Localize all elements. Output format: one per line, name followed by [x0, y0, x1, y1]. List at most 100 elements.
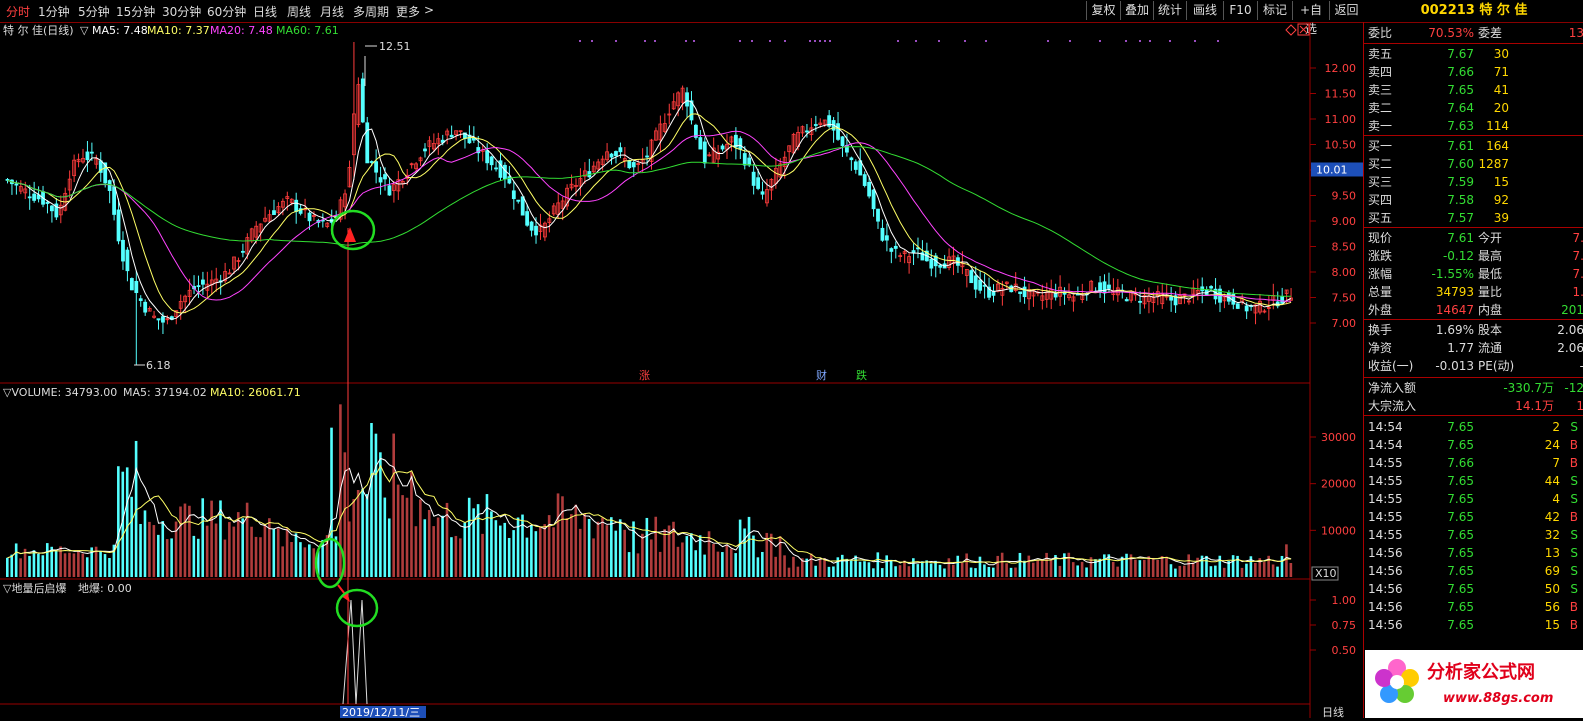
volume-bar — [543, 524, 547, 577]
volume-bar — [814, 565, 817, 577]
stat-value2: 7. — [1572, 267, 1583, 281]
candle — [529, 221, 534, 231]
volume-bar — [938, 564, 942, 577]
volume-bar — [405, 497, 409, 577]
ma60-legend: MA60: 7.61 — [276, 24, 339, 37]
stat-row: 涨跌 -0.12 最高 7. — [1364, 247, 1583, 265]
candle — [813, 124, 818, 126]
toolbar-button-5[interactable]: 标记 — [1257, 1, 1292, 20]
toolbar-button-1[interactable]: 叠加 — [1120, 1, 1153, 20]
volume-bar — [1151, 557, 1155, 577]
buy-row: 买五 7.57 39 — [1364, 209, 1583, 227]
volume-bar — [294, 533, 298, 577]
volume-bar — [1262, 562, 1266, 577]
volume-bar — [459, 538, 462, 577]
candle — [760, 191, 765, 195]
toolbar-button-7[interactable]: 返回 — [1329, 1, 1363, 20]
stat-row: 外盘 14647 内盘 201 — [1364, 301, 1583, 319]
sell-volume: 114 — [1486, 119, 1509, 133]
volume-bar — [1222, 567, 1226, 577]
volume-bar — [872, 568, 875, 577]
sell-label: 卖三 — [1368, 83, 1393, 97]
toolbar-button-6[interactable]: +自选 — [1292, 1, 1329, 36]
period-tab-1[interactable]: 1分钟 — [38, 3, 70, 20]
event-dot — [985, 40, 987, 42]
period-tab-4[interactable]: 30分钟 — [162, 3, 201, 20]
more-chevron-icon[interactable]: > — [424, 3, 434, 17]
toolbar-button-0[interactable]: 复权 — [1086, 1, 1120, 20]
toolbar-button-4[interactable]: F10 — [1223, 1, 1257, 20]
indicator-tick-label: 0.50 — [1332, 644, 1357, 657]
period-tab-10[interactable]: 更多 — [396, 3, 420, 20]
volume-bar — [1191, 562, 1195, 577]
ma10-legend: MA10: 7.37 — [147, 24, 210, 37]
tick-volume: 56 — [1544, 600, 1560, 614]
candle — [201, 279, 205, 285]
volume-bar — [725, 544, 729, 577]
close-icon[interactable] — [1299, 25, 1308, 34]
volume-bar — [54, 551, 58, 577]
period-tab-7[interactable]: 周线 — [287, 3, 311, 20]
volume-bar — [747, 516, 751, 577]
volume-bar — [214, 523, 218, 577]
toolbar-button-3[interactable]: 画线 — [1186, 1, 1223, 20]
volume-bar — [947, 558, 951, 577]
volume-bar — [774, 556, 777, 577]
buy-label: 买三 — [1368, 175, 1393, 189]
stat-value2: 1. — [1572, 285, 1583, 299]
tick-row: 14:55 7.65 44 S — [1364, 472, 1583, 490]
volume-bar — [37, 553, 40, 577]
candle — [1102, 281, 1107, 294]
volume-bar — [285, 528, 289, 577]
volume-bar — [974, 568, 977, 577]
candle — [516, 199, 521, 202]
event-dot — [644, 40, 646, 42]
high-price-label: 12.51 — [379, 40, 411, 53]
tick-row: 14:56 7.65 56 B — [1364, 598, 1583, 616]
flow-label: 大宗流入 — [1368, 399, 1417, 413]
sell-volume: 30 — [1493, 47, 1509, 61]
toolbar-button-2[interactable]: 统计 — [1153, 1, 1186, 20]
volume-bar — [365, 494, 369, 577]
period-tab-0[interactable]: 分时 — [6, 3, 30, 20]
volume-bar — [658, 551, 662, 577]
volume-bar — [676, 546, 680, 577]
volume-bar — [210, 500, 213, 577]
volume-bar — [481, 533, 484, 577]
logo-url: www.88gs.com — [1443, 691, 1553, 706]
stat2-label: 收益(一) — [1368, 359, 1414, 373]
volume-bar — [983, 564, 986, 577]
candle — [423, 148, 427, 152]
buy-volume: 92 — [1493, 193, 1509, 207]
bottom-period-label: 日线 — [1322, 705, 1344, 718]
volume-bar — [1245, 563, 1248, 577]
event-dot — [1169, 40, 1171, 42]
volume-bar — [410, 471, 413, 577]
stat-row: 现价 7.61 今开 7. — [1364, 229, 1583, 247]
indicator-circle — [335, 588, 379, 628]
period-tab-3[interactable]: 15分钟 — [116, 3, 155, 20]
period-tab-6[interactable]: 日线 — [253, 3, 277, 20]
candle — [494, 167, 498, 170]
period-tab-2[interactable]: 5分钟 — [78, 3, 110, 20]
volume-tick-label: 20000 — [1321, 478, 1356, 491]
candle — [89, 151, 94, 154]
volume-bar — [28, 555, 31, 577]
volume-bar — [880, 568, 884, 577]
period-tab-5[interactable]: 60分钟 — [207, 3, 246, 20]
period-tab-9[interactable]: 多周期 — [353, 3, 389, 20]
volume-bar — [41, 555, 45, 577]
stat2-value2: 2.06 — [1557, 341, 1583, 355]
buy-price: 7.59 — [1447, 175, 1474, 189]
volume-bar — [996, 555, 1000, 577]
volume-bar — [85, 557, 89, 577]
current-price-label: 10.01 — [1316, 163, 1348, 176]
volume-bar — [845, 558, 849, 577]
kline-chart[interactable]: 12.0011.5011.0010.5010.009.509.008.508.0… — [0, 22, 1365, 718]
period-tab-8[interactable]: 月线 — [320, 3, 344, 20]
marker-up: 涨 — [639, 369, 650, 382]
volume-bar — [1285, 544, 1288, 577]
tick-volume: 2 — [1552, 420, 1560, 434]
event-dot — [693, 40, 695, 42]
tick-side: S — [1570, 582, 1578, 596]
